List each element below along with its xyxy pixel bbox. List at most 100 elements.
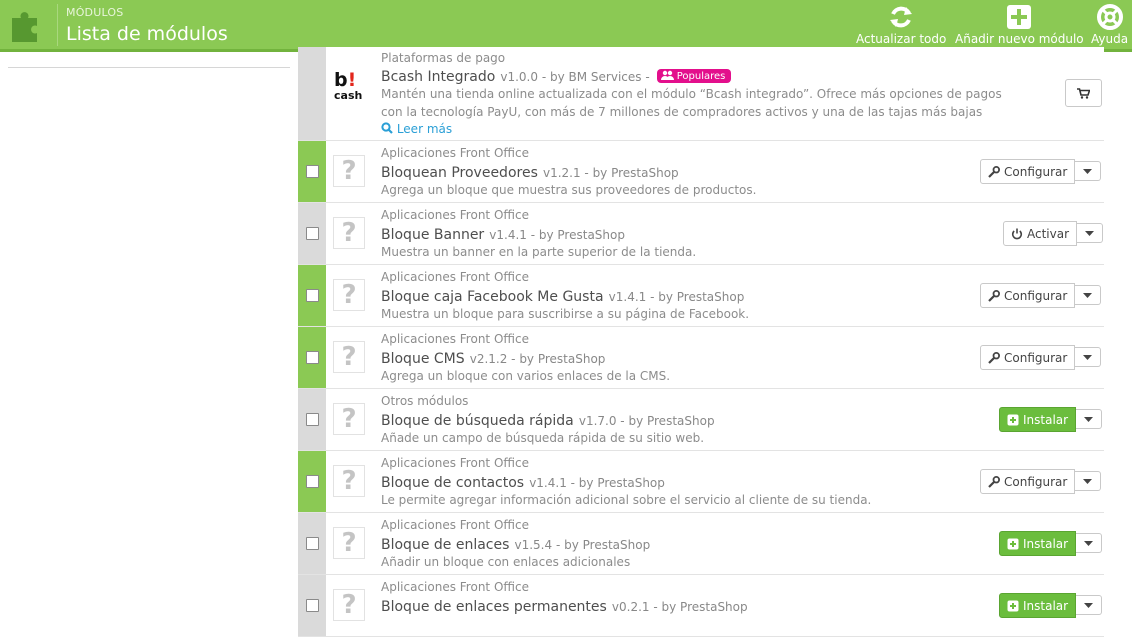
module-row: ? Aplicaciones Front Office Bloquean Prove… [298, 141, 1104, 203]
module-description: Muestra un banner en la parte superior d… [381, 245, 697, 259]
module-action-button[interactable]: Instalar [999, 407, 1077, 432]
module-checkbox[interactable] [306, 165, 319, 178]
add-icon [1007, 5, 1032, 29]
breadcrumb: MÓDULOS [66, 6, 124, 19]
module-checkbox[interactable] [306, 227, 319, 240]
module-version: v2.1.2 - by PrestaShop [469, 352, 606, 366]
module-action-button[interactable]: Configurar [980, 159, 1076, 184]
module-row-bcash: b! cash Plataformas de pago Bcash Integr… [298, 47, 1104, 141]
module-action-button[interactable]: Configurar [980, 345, 1076, 370]
module-row: ? Aplicaciones Front Office Bloque caja Fa… [298, 265, 1104, 327]
module-category: Aplicaciones Front Office [381, 456, 529, 470]
add-module-button[interactable]: Añadir nuevo módulo [955, 4, 1084, 46]
module-version: v1.4.1 - by PrestaShop [608, 290, 745, 304]
module-category: Aplicaciones Front Office [381, 332, 529, 346]
module-placeholder-icon: ? [333, 589, 365, 621]
chevron-down-icon [1083, 168, 1093, 174]
module-version: v1.0.0 - by BM Services - [500, 70, 650, 84]
module-category: Aplicaciones Front Office [381, 518, 529, 532]
module-action-button[interactable]: Instalar [999, 593, 1077, 618]
module-action-group: Configurar [980, 345, 1102, 370]
bcash-logo: b! cash [334, 69, 363, 102]
module-description: Añade un campo de búsqueda rápida de su … [381, 431, 705, 445]
module-action-dropdown[interactable] [1077, 223, 1104, 243]
wrench-icon [988, 289, 1000, 302]
wrench-icon [988, 475, 1000, 488]
popular-badge: Populares [656, 69, 732, 83]
buy-button[interactable] [1065, 79, 1102, 107]
module-action-group: Configurar [980, 283, 1102, 308]
module-row: ? Aplicaciones Front Office Bloque de enla… [298, 513, 1104, 575]
refresh-all-label: Actualizar todo [856, 32, 947, 46]
module-action-button[interactable]: Instalar [999, 531, 1077, 556]
module-action-group: Configurar [980, 159, 1102, 184]
module-placeholder-icon: ? [333, 217, 365, 249]
puzzle-logo-icon [12, 12, 37, 43]
module-title: Bloque Banner v1.4.1 - by PrestaShop [381, 224, 625, 243]
module-version: v1.7.0 - by PrestaShop [578, 414, 715, 428]
module-checkbox[interactable] [306, 351, 319, 364]
refresh-all-button[interactable]: Actualizar todo [856, 4, 946, 46]
refresh-icon [890, 6, 913, 28]
module-checkbox[interactable] [306, 413, 319, 426]
read-more-link[interactable]: Leer más [381, 122, 452, 136]
module-checkbox[interactable] [306, 537, 319, 550]
module-title: Bloque CMS v2.1.2 - by PrestaShop [381, 348, 605, 367]
chevron-down-icon [1084, 416, 1094, 422]
module-version: v1.4.1 - by PrestaShop [489, 228, 625, 242]
module-version: v0.2.1 - by PrestaShop [611, 600, 748, 614]
status-bar [298, 47, 326, 140]
chevron-down-icon [1083, 292, 1093, 298]
module-title: Bloquean Proveedores v1.2.1 - by PrestaS… [381, 162, 679, 181]
plus-square-icon [1007, 414, 1019, 425]
add-module-label: Añadir nuevo módulo [955, 32, 1084, 46]
module-description: Muestra un bloque para suscribirse a su … [381, 307, 750, 321]
help-button[interactable]: Ayuda [1091, 4, 1128, 46]
module-placeholder-icon: ? [333, 279, 365, 311]
module-action-group: Instalar [999, 407, 1103, 432]
module-checkbox[interactable] [306, 599, 319, 612]
module-action-dropdown[interactable] [1076, 533, 1103, 553]
module-version: v1.4.1 - by PrestaShop [529, 476, 665, 490]
module-category: Aplicaciones Front Office [381, 580, 529, 594]
search-icon [381, 122, 393, 134]
module-title: Bloque de búsqueda rápida v1.7.0 - by Pr… [381, 410, 715, 429]
module-action-dropdown[interactable] [1075, 347, 1102, 367]
plus-square-icon [1007, 600, 1019, 611]
module-row: ? Aplicaciones Front Office Bloque CMS v2.… [298, 327, 1104, 389]
module-action-dropdown[interactable] [1075, 471, 1102, 491]
module-placeholder-icon: ? [333, 527, 365, 559]
page-header: MÓDULOS Lista de módulos Actualizar todo… [0, 0, 1132, 52]
module-checkbox[interactable] [306, 475, 319, 488]
module-action-group: Instalar [999, 593, 1103, 618]
module-name: Bloque de búsqueda rápida [381, 413, 574, 429]
module-action-group: Configurar [980, 469, 1102, 494]
chevron-down-icon [1083, 354, 1093, 360]
module-name: Bcash Integrado [381, 69, 496, 85]
module-description-2: con la tecnología PayU, con más de 7 mil… [381, 105, 983, 119]
module-title: Bloque de enlaces permanentes v0.2.1 - b… [381, 596, 748, 615]
module-placeholder-icon: ? [333, 341, 365, 373]
chevron-down-icon [1084, 602, 1094, 608]
module-placeholder-icon: ? [333, 465, 365, 497]
module-category: Aplicaciones Front Office [381, 208, 529, 222]
module-action-dropdown[interactable] [1075, 161, 1102, 181]
module-category: Plataformas de pago [381, 51, 506, 65]
users-icon [660, 70, 674, 80]
module-action-button[interactable]: Activar [1003, 221, 1078, 246]
module-action-button[interactable]: Configurar [980, 283, 1076, 308]
module-title: Bloque de contactos v1.4.1 - by PrestaSh… [381, 472, 665, 491]
module-description: Agrega un bloque con varios enlaces de l… [381, 369, 671, 383]
module-action-dropdown[interactable] [1076, 409, 1103, 429]
help-icon [1096, 4, 1123, 30]
wrench-icon [988, 165, 1000, 178]
module-name: Bloque de enlaces [381, 537, 510, 553]
module-checkbox[interactable] [306, 289, 319, 302]
module-row: ? Otros módulos Bloque de búsqueda rápida … [298, 389, 1104, 451]
chevron-down-icon [1085, 230, 1095, 236]
module-action-dropdown[interactable] [1075, 285, 1102, 305]
module-description: Agrega un bloque que muestra sus proveed… [381, 183, 757, 197]
module-action-button[interactable]: Configurar [980, 469, 1076, 494]
module-row: ? Aplicaciones Front Office Bloque Banner … [298, 203, 1104, 265]
module-action-dropdown[interactable] [1076, 595, 1103, 615]
